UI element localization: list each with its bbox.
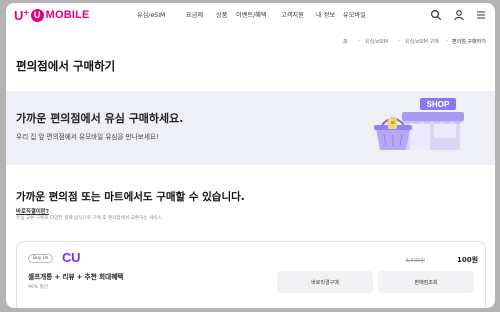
breadcrumb-separator: › bbox=[398, 38, 400, 44]
logo-circle: U bbox=[30, 8, 44, 22]
nav-events[interactable]: 이벤트/혜택 bbox=[236, 10, 267, 19]
browser-page: U + U MOBILE 유심/eSIM 요금제 상품 이벤트/혜택 고객지원 … bbox=[6, 3, 495, 308]
store-lookup-button[interactable]: 판매점조회 bbox=[378, 271, 474, 293]
logo-plus: + bbox=[22, 7, 30, 17]
plan-discount: 96% 할인 bbox=[28, 285, 49, 290]
breadcrumb-separator: › bbox=[358, 38, 360, 44]
nav-support[interactable]: 고객지원 bbox=[281, 10, 304, 19]
breadcrumb-current: 편의점 구매하기 bbox=[452, 39, 486, 45]
nav-myinfo[interactable]: 내 정보 bbox=[316, 10, 335, 19]
user-icon[interactable] bbox=[453, 9, 465, 21]
direct-purchase-button[interactable]: 바로직결구매 bbox=[277, 271, 373, 293]
breadcrumb-usim-purchase[interactable]: 유심/eSIM 구매 bbox=[405, 38, 439, 45]
logo-text: MOBILE bbox=[45, 9, 90, 21]
page-title: 편의점에서 구매하기 bbox=[16, 59, 116, 73]
section-title: 가까운 편의점 또는 마트에서도 구매할 수 있습니다. bbox=[16, 191, 245, 203]
breadcrumb-home[interactable]: 홈 bbox=[343, 38, 348, 45]
store-brand-logo: CU bbox=[62, 250, 81, 265]
sale-price: 100원 bbox=[457, 256, 479, 264]
banner-subtext: 우리 집 앞 편의점에서 유모바일 유심을 만나보세요! bbox=[16, 133, 159, 141]
nav-umobile[interactable]: 유모바일 bbox=[343, 10, 366, 19]
logo-u: U bbox=[14, 7, 23, 23]
shop-illustration: SHOP bbox=[374, 98, 464, 150]
nav-plans[interactable]: 요금제 bbox=[186, 10, 203, 19]
breadcrumb-usim[interactable]: 유심/eSIM bbox=[365, 38, 388, 45]
store-badge: Buy Us bbox=[28, 254, 54, 263]
shop-sign-text: SHOP bbox=[427, 100, 450, 109]
menu-icon[interactable] bbox=[475, 9, 487, 21]
original-price: 5,500원 bbox=[406, 258, 425, 264]
site-header: U + U MOBILE 유심/eSIM 요금제 상품 이벤트/혜택 고객지원 … bbox=[6, 3, 495, 27]
site-logo[interactable]: U + U MOBILE bbox=[14, 7, 90, 23]
faq-link[interactable]: 바로직결이란? bbox=[16, 207, 49, 215]
nav-usim[interactable]: 유심/eSIM bbox=[137, 10, 165, 19]
faq-answer: 유심 교환 구매로 다양한 결제 방식으로 구매 후 편의점에서 교환하는 서비… bbox=[16, 216, 162, 221]
breadcrumb-separator: › bbox=[446, 38, 448, 44]
banner-heading: 가까운 편의점에서 유심 구매하세요. bbox=[16, 112, 184, 125]
plan-name: 셀프개통 + 리뷰 + 추천 회대혜택 bbox=[28, 273, 124, 281]
nav-products[interactable]: 상품 bbox=[216, 10, 227, 19]
search-icon[interactable] bbox=[430, 9, 442, 21]
